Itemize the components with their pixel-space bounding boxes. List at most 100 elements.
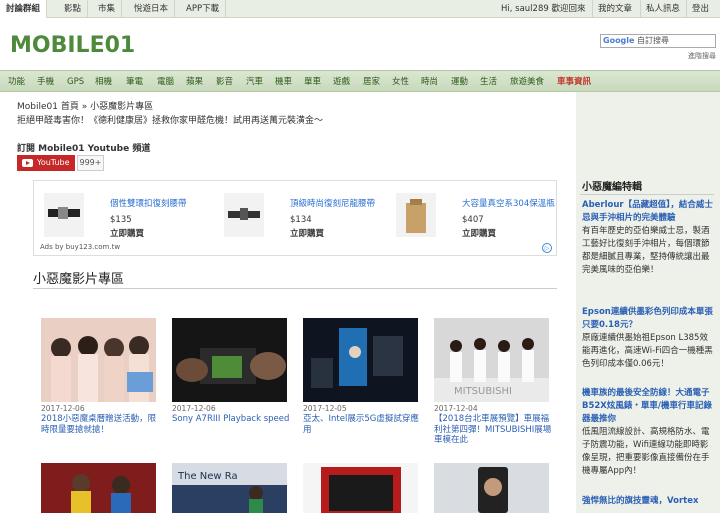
section-title: 小惡魔影片專區 — [33, 272, 125, 287]
sidebar-article-headline[interactable]: Epson連續供墨彩色列印成本單張只要0.18元？ — [582, 306, 716, 332]
nav-item-computers[interactable]: 電腦 — [157, 71, 174, 93]
nav-item-women[interactable]: 女性 — [392, 71, 409, 93]
ad-title[interactable]: 個性雙環扣復刻腰帶 — [110, 197, 210, 209]
video-date: 2017-12-05 — [303, 404, 347, 413]
video-title-link[interactable]: Sony A7RIII Playback speed — [172, 414, 290, 425]
nav-item-av[interactable]: 影音 — [216, 71, 233, 93]
video-thumbnail[interactable] — [434, 463, 549, 513]
oven-photo — [303, 463, 418, 513]
sidebar-title: 小惡魔編特輯 — [582, 182, 642, 193]
girls-photo — [41, 318, 156, 402]
car-show-photo: MITSUBISHI — [434, 318, 549, 402]
tab-market[interactable]: 市集 — [92, 0, 123, 18]
svg-text:MOBILE01: MOBILE01 — [10, 33, 135, 58]
svg-text:MITSUBISHI: MITSUBISHI — [454, 386, 512, 397]
section-divider — [33, 288, 557, 289]
ad-buy-button[interactable]: 立即購買 — [462, 227, 496, 239]
tab-japan[interactable]: 悅遊日本 — [128, 0, 176, 18]
youtube-label: YouTube — [37, 158, 70, 167]
ad-price: $134 — [290, 215, 312, 225]
video-thumbnail[interactable] — [303, 318, 418, 402]
logout-link[interactable]: 登出 — [686, 0, 714, 18]
advanced-search-link[interactable]: 進階搜尋 — [688, 51, 716, 61]
sidebar-article[interactable]: Epson連續供墨彩色列印成本單張只要0.18元？ 原廠連續供墨始祖Epson … — [582, 306, 716, 371]
sidebar-article-headline[interactable]: 機車族的最後安全防線！大通電子B52X炫風錶・單車/機車行車記錄器最推你 — [582, 387, 716, 426]
sidebar-article-desc: 低風阻流線設計、高規格防水、電子防震功能，Wifi連線功能即時影像呈現，把重要影… — [582, 427, 710, 476]
nav-item-gps[interactable]: GPS — [67, 71, 84, 93]
sidebar-article[interactable]: 強悍無比的旗技靈魂，Vortex — [582, 495, 716, 508]
ad-title[interactable]: 頂級時尚復刻尼龍腰帶 — [290, 197, 390, 209]
sidebar-article[interactable]: Aberlour【品藏超值】，結合威士忌與手沖相片的完美體驗 有百年歷史的亞伯樂… — [582, 199, 716, 277]
video-thumbnail[interactable]: The New Ra — [172, 463, 287, 513]
site-header: MOBILE01 Google 自訂搜尋 進階搜尋 — [0, 18, 720, 70]
subscribe-label: 訂閱 Mobile01 Youtube 頻道 — [17, 144, 151, 154]
breadcrumb[interactable]: Mobile01 首頁 » 小惡魔影片專區 — [17, 99, 153, 112]
video-title-link[interactable]: 【2018台北車展預覽】車展福利社第四彈！MITSUBISHI展場車模在此 — [434, 414, 552, 446]
youtube-icon — [22, 159, 33, 167]
nav-item-bicycles[interactable]: 單車 — [304, 71, 321, 93]
main-nav: 功能 手機 GPS 相機 筆電 電腦 蘋果 影音 汽車 機車 單車 遊戲 居家 … — [0, 70, 720, 92]
sidebar-divider — [580, 194, 714, 195]
nav-item-fashion[interactable]: 時尚 — [421, 71, 438, 93]
sidebar-article[interactable]: 機車族的最後安全防線！大通電子B52X炫風錶・單車/機車行車記錄器最推你 低風阻… — [582, 387, 716, 478]
phone-photo — [434, 463, 549, 513]
ads-by-label[interactable]: Ads by buy123.com.tw — [40, 243, 120, 251]
my-articles-link[interactable]: 我的文章 — [592, 0, 637, 18]
nav-item-travel-food[interactable]: 旅遊美食 — [510, 71, 544, 93]
video-thumbnail[interactable] — [303, 463, 418, 513]
video-date: 2017-12-06 — [172, 404, 216, 413]
sidebar-article-desc: 原廠連續供墨始祖Epson L385效能再進化，高速Wi-Fi四合一機種黑色列印… — [582, 333, 713, 369]
video-thumbnail[interactable]: MITSUBISHI — [434, 318, 549, 402]
top-bar: 討論群組 影點 市集 悅遊日本 APP下載 Hi, saul289 歡迎回來 我… — [0, 0, 720, 18]
video-title-link[interactable]: 2018小惡魔桌曆贈送活動，限時限量要搶就搶！ — [41, 414, 159, 435]
svg-text:The New Ra: The New Ra — [177, 471, 238, 482]
tab-forum[interactable]: 討論群組 — [0, 0, 48, 18]
tab-app[interactable]: APP下載 — [180, 0, 227, 18]
video-date: 2017-12-06 — [41, 404, 85, 413]
search-brand: Google — [603, 36, 635, 45]
nav-item-phones[interactable]: 手機 — [37, 71, 54, 93]
adchoices-icon[interactable]: ▷ — [542, 243, 552, 253]
sidebar-article-headline[interactable]: Aberlour【品藏超值】，結合威士忌與手沖相片的完美體驗 — [582, 199, 716, 225]
ad-title[interactable]: 大容量真空系304保溫瓶 — [462, 197, 562, 209]
nav-item-car-news[interactable]: 車事資訊 — [557, 71, 591, 93]
ad-price: $407 — [462, 215, 484, 225]
nav-item-life[interactable]: 生活 — [480, 71, 497, 93]
mobile01-logo[interactable]: MOBILE01 — [10, 28, 170, 58]
ad-item[interactable]: 個性雙環扣復刻腰帶 $135 立即購買 — [38, 191, 203, 241]
video-date: 2017-12-04 — [434, 404, 478, 413]
subscriber-count: 999+ — [77, 155, 104, 171]
nav-item-games[interactable]: 遊戲 — [333, 71, 350, 93]
nav-item-cameras[interactable]: 相機 — [95, 71, 112, 93]
video-thumbnail[interactable] — [41, 463, 156, 513]
nav-item-sports[interactable]: 運動 — [451, 71, 468, 93]
video-title-link[interactable]: 亞太、Intel展示5G虛擬試穿應用 — [303, 414, 421, 435]
user-greeting[interactable]: Hi, saul289 歡迎回來 — [496, 0, 590, 18]
nav-item-cars[interactable]: 汽車 — [246, 71, 263, 93]
nav-item-motorcycles[interactable]: 機車 — [275, 71, 292, 93]
camera-photo — [172, 318, 287, 402]
tab-photos[interactable]: 影點 — [58, 0, 89, 18]
promo-link[interactable]: 拒絕甲醛毒害你！《德利健康居》拯救你家甲醛危機！試用再送萬元裝潢金～ — [17, 113, 323, 126]
ad-buy-button[interactable]: 立即購買 — [290, 227, 324, 239]
video-thumbnail[interactable] — [41, 318, 156, 402]
ad-item[interactable]: 頂級時尚復刻尼龍腰帶 $134 立即購買 — [218, 191, 383, 241]
ad-banner: 個性雙環扣復刻腰帶 $135 立即購買 頂級時尚復刻尼龍腰帶 $134 立即購買… — [33, 180, 557, 256]
sports-photo — [41, 463, 156, 513]
youtube-subscribe-button[interactable]: YouTube — [17, 155, 75, 171]
exhibition-photo — [303, 318, 418, 402]
messages-link[interactable]: 私人訊息 — [640, 0, 685, 18]
nav-item-features[interactable]: 功能 — [8, 71, 25, 93]
search-placeholder: 自訂搜尋 — [637, 36, 669, 45]
nav-item-home[interactable]: 居家 — [363, 71, 380, 93]
nav-item-laptops[interactable]: 筆電 — [126, 71, 143, 93]
new-car-photo: The New Ra — [172, 463, 287, 513]
video-thumbnail[interactable] — [172, 318, 287, 402]
ad-item[interactable]: 大容量真空系304保溫瓶 $407 立即購買 — [390, 191, 555, 241]
thermos-product-image — [396, 193, 436, 237]
belt-product-image — [44, 193, 84, 237]
sidebar-article-headline[interactable]: 強悍無比的旗技靈魂，Vortex — [582, 495, 716, 508]
ad-buy-button[interactable]: 立即購買 — [110, 227, 144, 239]
nav-item-apple[interactable]: 蘋果 — [186, 71, 203, 93]
search-input[interactable]: Google 自訂搜尋 — [600, 34, 716, 48]
